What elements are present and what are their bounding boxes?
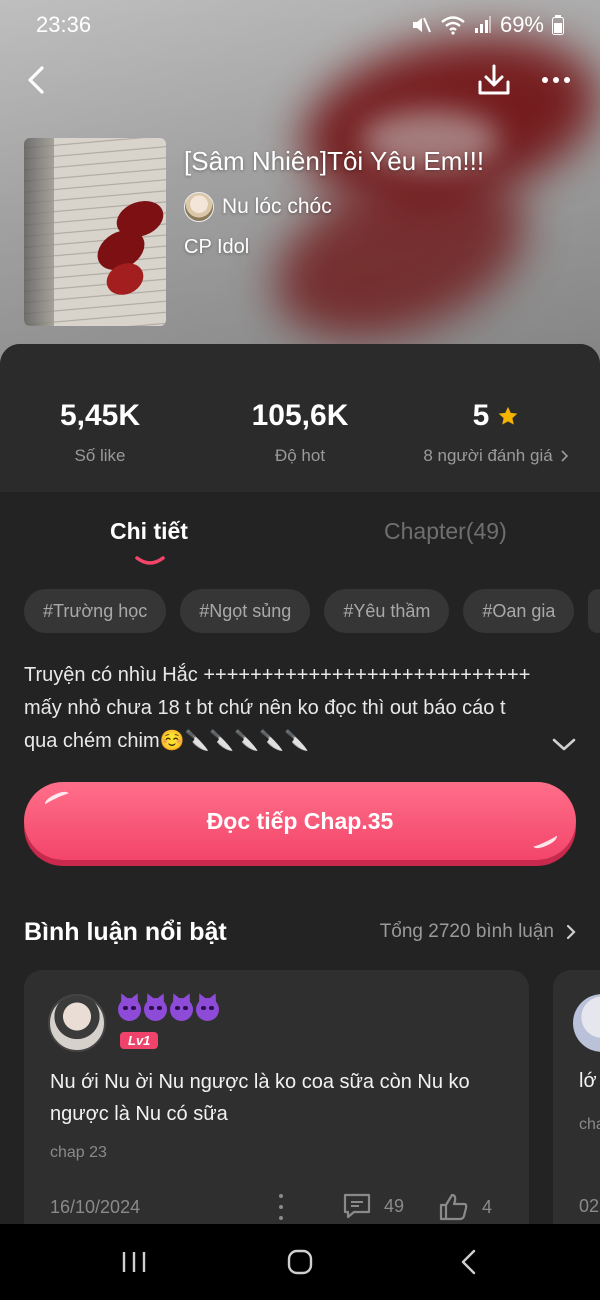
download-icon	[478, 64, 510, 95]
hot-value: 105,6K	[251, 399, 349, 432]
comment-date: 02	[579, 1196, 600, 1216]
tag-chip[interactable]: #Trường học	[24, 589, 167, 633]
more-button[interactable]	[534, 60, 578, 100]
chevron-right-icon	[566, 924, 576, 940]
tag-chip[interactable]: #Oan gia	[463, 589, 575, 633]
rating-value: 5	[472, 399, 490, 432]
status-time: 23:36	[36, 12, 92, 37]
back-icon[interactable]	[450, 1242, 490, 1282]
more-icon	[542, 77, 570, 83]
chevron-right-icon	[561, 450, 568, 462]
back-arrow-icon	[28, 66, 44, 94]
expand-description-button[interactable]	[550, 732, 578, 756]
author-link[interactable]: Nu lóc chóc	[184, 192, 332, 222]
continue-reading-button[interactable]: Đọc tiếp Chap.35	[24, 782, 576, 860]
tag-chip[interactable]: #Yêu thầm	[324, 589, 450, 633]
tab-active-indicator	[135, 556, 165, 565]
download-button[interactable]	[474, 60, 514, 100]
comment-chapter: chap 23	[50, 1144, 107, 1161]
thumbs-up-icon	[439, 1193, 468, 1221]
likes-value: 5,45K	[59, 399, 141, 432]
comments-header: Bình luận nổi bật Tổng 2720 bình luận	[24, 912, 576, 952]
devil-badge-icon	[118, 998, 141, 1021]
mute-icon	[412, 17, 431, 33]
commenter-avatar[interactable]	[48, 994, 106, 1052]
back-button[interactable]	[20, 60, 56, 100]
like-button[interactable]: 4	[438, 1192, 492, 1222]
system-navigation-bar	[0, 1224, 600, 1300]
star-icon	[498, 406, 518, 425]
stats-bar: 5,45K Số like 105,6K Độ hot 5 8 người đá…	[0, 344, 600, 492]
like-count: 4	[482, 1196, 493, 1217]
devil-badge-icon	[144, 998, 167, 1021]
chevron-down-icon	[552, 738, 576, 751]
detail-panel: 5,45K Số like 105,6K Độ hot 5 8 người đá…	[0, 344, 600, 1224]
story-description: Truyện có nhìu Hắc +++++++++++++++++++++…	[24, 664, 531, 752]
comment-chapter: cha	[579, 1116, 600, 1133]
stat-hot: 105,6K Độ hot	[200, 396, 400, 466]
tab-chapters[interactable]: Chapter(49)	[384, 518, 507, 545]
tag-list: #Trường học #Ngọt sủng #Yêu thầm #Oan gi…	[24, 589, 600, 635]
commenter-avatar[interactable]	[573, 994, 600, 1052]
rating-count: 8 người đánh giá	[423, 446, 553, 465]
comment-card[interactable]: Lv1 Nu ới Nu ời Nu ngược là ko coa sữa c…	[24, 970, 529, 1224]
author-name: Nu lóc chóc	[222, 195, 332, 218]
all-comments-link[interactable]: Tổng 2720 bình luận	[380, 921, 576, 943]
commenter-badges	[118, 998, 219, 1021]
likes-label: Số like	[74, 446, 126, 465]
stat-likes: 5,45K Số like	[0, 396, 200, 466]
comments-total: Tổng 2720 bình luận	[379, 921, 554, 942]
wifi-icon	[441, 16, 465, 35]
comment-card[interactable]: lớ cha 02	[553, 970, 600, 1224]
tag-chip-overflow[interactable]	[588, 589, 600, 633]
battery-icon	[552, 15, 564, 35]
story-cover	[24, 138, 166, 326]
top-navigation	[0, 58, 600, 102]
continue-reading-label: Đọc tiếp Chap.35	[206, 807, 394, 834]
reply-button[interactable]: 49	[342, 1192, 404, 1220]
comments-title: Bình luận nổi bật	[24, 917, 227, 946]
stat-rating[interactable]: 5 8 người đánh giá	[396, 396, 596, 466]
comment-text: Nu ới Nu ời Nu ngược là ko coa sữa còn N…	[50, 1071, 470, 1125]
story-title: [Sâm Nhiên]Tôi Yêu Em!!!	[184, 146, 485, 176]
level-badge: Lv1	[120, 1032, 159, 1049]
comment-more-icon[interactable]	[276, 1194, 286, 1220]
detail-tabs: Chi tiết Chapter(49)	[0, 514, 600, 574]
devil-badge-icon	[196, 998, 219, 1021]
battery-level: 69%	[499, 12, 544, 37]
tab-details[interactable]: Chi tiết	[110, 518, 188, 545]
comment-date: 16/10/2024	[50, 1196, 141, 1217]
status-bar: 23:36 69%	[0, 0, 600, 50]
comment-text: lớ	[579, 1070, 597, 1092]
home-icon[interactable]	[280, 1242, 320, 1282]
menu-icon[interactable]	[114, 1242, 154, 1282]
comment-icon	[343, 1193, 371, 1219]
hot-label: Độ hot	[274, 446, 326, 465]
signal-icon	[474, 16, 491, 33]
comment-footer: 16/10/2024 49 4	[50, 1192, 510, 1222]
reply-count: 49	[384, 1195, 405, 1216]
devil-badge-icon	[170, 998, 193, 1021]
tag-chip[interactable]: #Ngọt sủng	[180, 589, 311, 633]
story-category[interactable]: CP Idol	[184, 236, 249, 259]
author-avatar	[184, 192, 214, 222]
